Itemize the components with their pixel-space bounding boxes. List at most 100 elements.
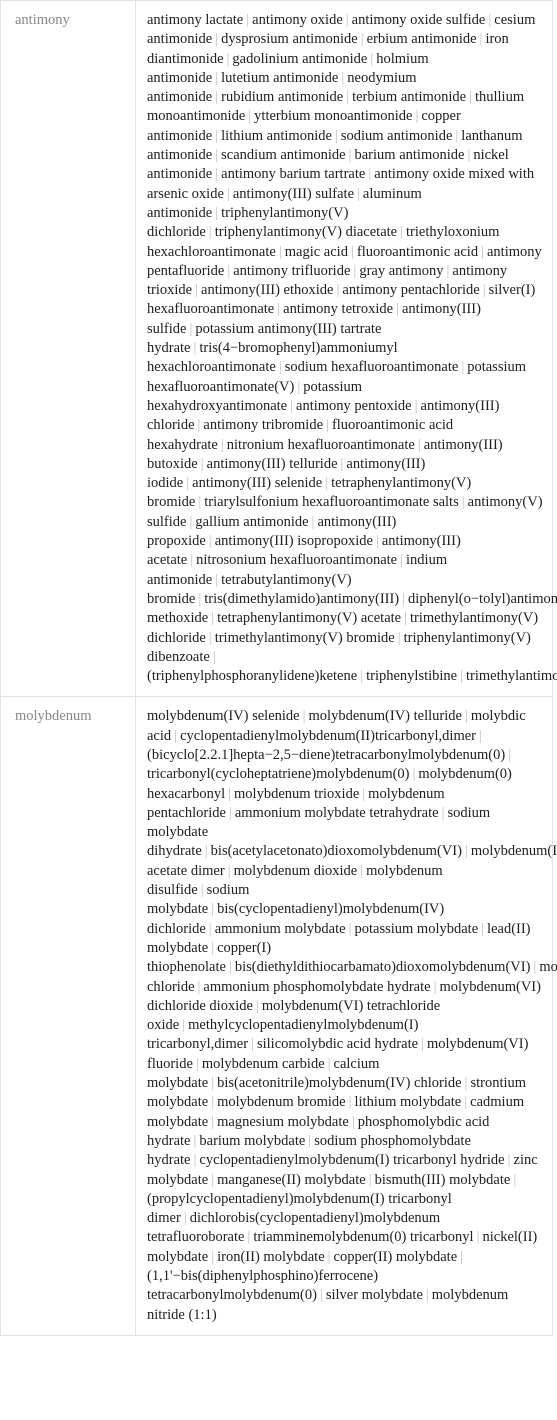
compound-name: diphenyl(o−tolyl)antimony(III) [408, 590, 557, 607]
list-separator: | [460, 668, 464, 685]
list-separator: | [228, 959, 232, 976]
list-separator: | [195, 282, 199, 299]
compound-name: barium molybdate [199, 1132, 306, 1149]
list-separator: | [479, 727, 482, 744]
list-separator: | [215, 31, 219, 48]
list-separator: | [488, 12, 492, 28]
list-separator: | [211, 610, 215, 627]
compound-name: dysprosium antimonide [221, 31, 358, 48]
compound-name: molybdenum carbide [201, 1055, 325, 1072]
compound-name: molybdenum(IV) telluride [308, 708, 462, 725]
compound-name: antimony(III) telluride [206, 455, 338, 472]
list-separator: | [198, 494, 202, 511]
compound-name: nitrosonium hexafluoroantimonate [196, 552, 398, 569]
list-separator: | [277, 301, 281, 318]
list-separator: | [375, 533, 379, 550]
list-separator: | [248, 108, 252, 125]
list-separator: | [513, 1171, 517, 1188]
compound-name: antimony(III) selenide [192, 475, 323, 492]
list-separator: | [208, 920, 212, 937]
compound-name: gadolinium antimonide [232, 50, 368, 67]
compound-name: antimony barium tartrate [221, 166, 366, 183]
list-separator: | [186, 475, 190, 492]
compound-name: cyclopentadienylmolybdenum(II)tricarbony… [180, 727, 477, 744]
compound-name: antimony(III) ethoxide [201, 282, 334, 299]
compound-name: bis(acetonitrile)molybdenum(IV) chloride [217, 1075, 462, 1092]
list-separator: | [345, 12, 349, 28]
list-separator: | [215, 147, 219, 164]
list-separator: | [215, 571, 219, 588]
list-separator: | [351, 1113, 355, 1130]
compound-name: terbium antimonide [352, 89, 467, 106]
list-separator: | [325, 475, 329, 492]
list-separator: | [346, 89, 350, 106]
list-separator: | [461, 359, 465, 376]
compound-name: triphenylantimony(V) diacetate [214, 224, 398, 241]
compound-name: antimony(III) isopropoxide [214, 533, 373, 550]
list-separator: | [425, 1287, 429, 1304]
list-separator: | [400, 552, 404, 569]
compound-name: iron(II) molybdate [217, 1248, 325, 1265]
list-separator: | [211, 1113, 215, 1130]
list-separator: | [198, 590, 202, 607]
compound-name: antimony(III) sulfate [232, 185, 355, 202]
compound-name: barium antimonide [354, 147, 465, 164]
compound-name: antimony tribromide [203, 417, 324, 434]
list-separator: | [226, 185, 230, 202]
compound-name: antimony pentoxide [296, 397, 412, 414]
table-body: antimony antimony lactate | antimony oxide… [0, 0, 557, 1336]
list-separator: | [297, 378, 301, 395]
compound-name: ammonium molybdate tetrahydrate [234, 804, 439, 821]
list-separator: | [461, 494, 465, 511]
row-label-molybdenum: molybdenum [0, 696, 136, 1336]
list-separator: | [482, 282, 486, 299]
list-separator: | [220, 436, 224, 453]
list-separator: | [360, 668, 364, 685]
list-separator: | [327, 1248, 331, 1265]
compound-name: silver molybdate [325, 1287, 423, 1304]
list-separator: | [208, 533, 212, 550]
compound-name: manganese(II) molybdate [217, 1171, 366, 1188]
compound-name: molybdenum dioxide [233, 862, 358, 879]
compound-name: gallium antimonide [195, 513, 309, 530]
list-separator: | [464, 708, 468, 725]
compound-name: ammonium molybdate [214, 920, 346, 937]
compound-name: tricarbonyl(cycloheptatriene)molybdenum(… [147, 766, 410, 783]
list-separator: | [212, 648, 216, 665]
compound-name: antimony oxide sulfide [351, 12, 486, 28]
list-separator: | [476, 1229, 480, 1246]
list-separator: | [460, 1248, 464, 1265]
list-separator: | [228, 804, 232, 821]
compound-list-antimony: antimony lactate | antimony oxide | antimony… [147, 11, 557, 686]
list-separator: | [348, 147, 352, 164]
table-row: molybdenum molybdenum(IV) selenide | molyb… [0, 696, 557, 1336]
compound-name: fluoroantimonic acid [356, 243, 479, 260]
list-separator: | [368, 1171, 372, 1188]
compound-name: triarylsulfonium hexafluoroantimonate sa… [204, 494, 459, 511]
list-separator: | [211, 901, 215, 918]
table-row: antimony antimony lactate | antimony oxide… [0, 0, 557, 697]
list-separator: | [290, 397, 294, 414]
list-separator: | [251, 1036, 254, 1053]
compound-name: bismuth(III) molybdate [374, 1171, 511, 1188]
compound-name: lithium molybdate [354, 1094, 462, 1111]
list-separator: | [183, 1210, 187, 1227]
list-separator: | [247, 1229, 251, 1246]
list-separator: | [507, 1152, 511, 1169]
list-separator: | [200, 455, 204, 472]
list-separator: | [370, 50, 374, 67]
list-separator: | [368, 166, 372, 183]
list-separator: | [215, 69, 219, 86]
list-separator: | [469, 89, 472, 106]
compound-name: trimethylantimony(V) bromide [214, 629, 395, 646]
compound-name: antimony oxide [252, 12, 343, 28]
list-separator: | [182, 1017, 186, 1034]
list-separator: | [208, 629, 212, 646]
compound-name: lithium antimonide [221, 127, 332, 144]
list-separator: | [319, 1287, 323, 1304]
list-separator: | [200, 882, 204, 899]
list-separator: | [326, 417, 329, 434]
list-separator: | [464, 1094, 468, 1111]
list-separator: | [308, 1132, 312, 1149]
list-separator: | [396, 301, 399, 318]
